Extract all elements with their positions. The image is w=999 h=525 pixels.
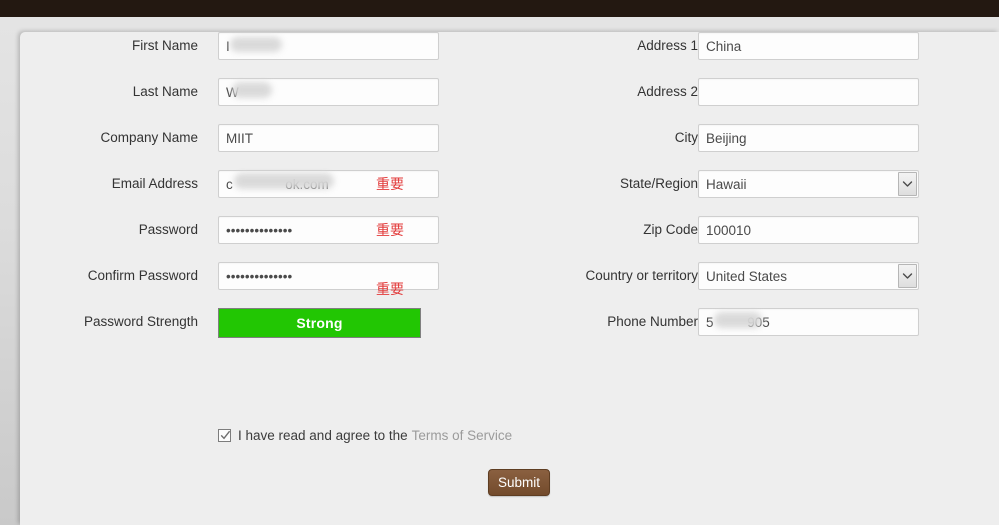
field-label: Zip Code xyxy=(530,216,698,244)
field-row: City xyxy=(520,124,999,170)
input-wrapper xyxy=(218,170,439,198)
field-label: State/Region xyxy=(530,170,698,198)
field-control xyxy=(698,216,919,244)
field-row: Zip Code xyxy=(520,216,999,262)
field-control xyxy=(698,170,919,198)
field-control: 重要 xyxy=(218,262,439,290)
select-country-or-territory[interactable] xyxy=(698,262,919,290)
field-row: Password Strength Strong xyxy=(20,308,520,354)
field-row: Address 2 xyxy=(520,78,999,124)
field-row: Phone Number xyxy=(520,308,999,354)
input-company-name[interactable] xyxy=(218,124,439,152)
field-control xyxy=(218,32,439,60)
input-email-address[interactable] xyxy=(218,170,439,198)
input-wrapper xyxy=(218,32,439,60)
field-row: Address 1 xyxy=(520,32,999,78)
input-phone-number[interactable] xyxy=(698,308,919,336)
chevron-down-icon[interactable] xyxy=(898,172,917,196)
terms-agreement-row[interactable]: I have read and agree to the Terms of Se… xyxy=(218,428,512,443)
browser-viewport: First Name Last Name Company Name Email Add… xyxy=(0,0,999,525)
field-row: Email Address 重要 xyxy=(20,170,520,216)
field-label: City xyxy=(530,124,698,152)
field-control xyxy=(698,32,919,60)
checkmark-icon xyxy=(219,429,232,442)
input-last-name[interactable] xyxy=(218,78,439,106)
input-first-name[interactable] xyxy=(218,32,439,60)
field-label: Country or territory xyxy=(530,262,698,290)
input-city[interactable] xyxy=(698,124,919,152)
input-wrapper xyxy=(698,32,919,60)
input-wrapper xyxy=(698,124,919,152)
input-wrapper xyxy=(218,216,439,244)
field-row: State/Region xyxy=(520,170,999,216)
important-marker: 重要 xyxy=(376,224,404,238)
field-label: Password xyxy=(30,216,198,244)
terms-of-service-link[interactable]: Terms of Service xyxy=(412,428,513,443)
input-wrapper xyxy=(218,78,439,106)
field-control xyxy=(698,124,919,152)
field-label: Email Address xyxy=(30,170,198,198)
field-control: 重要 xyxy=(218,170,439,198)
field-label: Company Name xyxy=(30,124,198,152)
field-row: Country or territory xyxy=(520,262,999,308)
field-label: Phone Number xyxy=(530,308,698,336)
field-label: Address 1 xyxy=(530,32,698,60)
chevron-down-icon[interactable] xyxy=(898,264,917,288)
field-label: Confirm Password xyxy=(30,262,198,290)
field-control: Strong xyxy=(218,308,421,338)
input-wrapper xyxy=(698,216,919,244)
field-control xyxy=(218,124,439,152)
field-control xyxy=(698,78,919,106)
input-wrapper xyxy=(698,308,919,336)
field-label: First Name xyxy=(30,32,198,60)
field-control: 重要 xyxy=(218,216,439,244)
important-marker: 重要 xyxy=(376,283,404,297)
input-wrapper xyxy=(218,124,439,152)
input-address-1[interactable] xyxy=(698,32,919,60)
field-control xyxy=(698,262,919,290)
field-row: Password 重要 xyxy=(20,216,520,262)
select-value[interactable] xyxy=(698,262,919,290)
field-label: Password Strength xyxy=(30,308,198,336)
select-value[interactable] xyxy=(698,170,919,198)
input-confirm-password[interactable] xyxy=(218,262,439,290)
field-label: Address 2 xyxy=(530,78,698,106)
submit-button[interactable]: Submit xyxy=(488,469,550,496)
input-address-2[interactable] xyxy=(698,78,919,106)
select-state-region[interactable] xyxy=(698,170,919,198)
field-control xyxy=(218,78,439,106)
terms-agreement-text: I have read and agree to the xyxy=(238,428,408,443)
field-row: Company Name xyxy=(20,124,520,170)
terms-agreement-checkbox[interactable] xyxy=(218,429,231,442)
important-marker: 重要 xyxy=(376,178,404,192)
input-wrapper xyxy=(218,262,439,290)
field-row: First Name xyxy=(20,32,520,78)
field-control xyxy=(698,308,919,336)
field-row: Last Name xyxy=(20,78,520,124)
input-wrapper xyxy=(698,78,919,106)
input-zip-code[interactable] xyxy=(698,216,919,244)
field-row: Confirm Password 重要 xyxy=(20,262,520,308)
password-strength-bar: Strong xyxy=(218,308,421,338)
registration-form-panel: First Name Last Name Company Name Email Add… xyxy=(20,32,999,525)
browser-top-bar xyxy=(0,0,999,17)
input-password[interactable] xyxy=(218,216,439,244)
field-label: Last Name xyxy=(30,78,198,106)
